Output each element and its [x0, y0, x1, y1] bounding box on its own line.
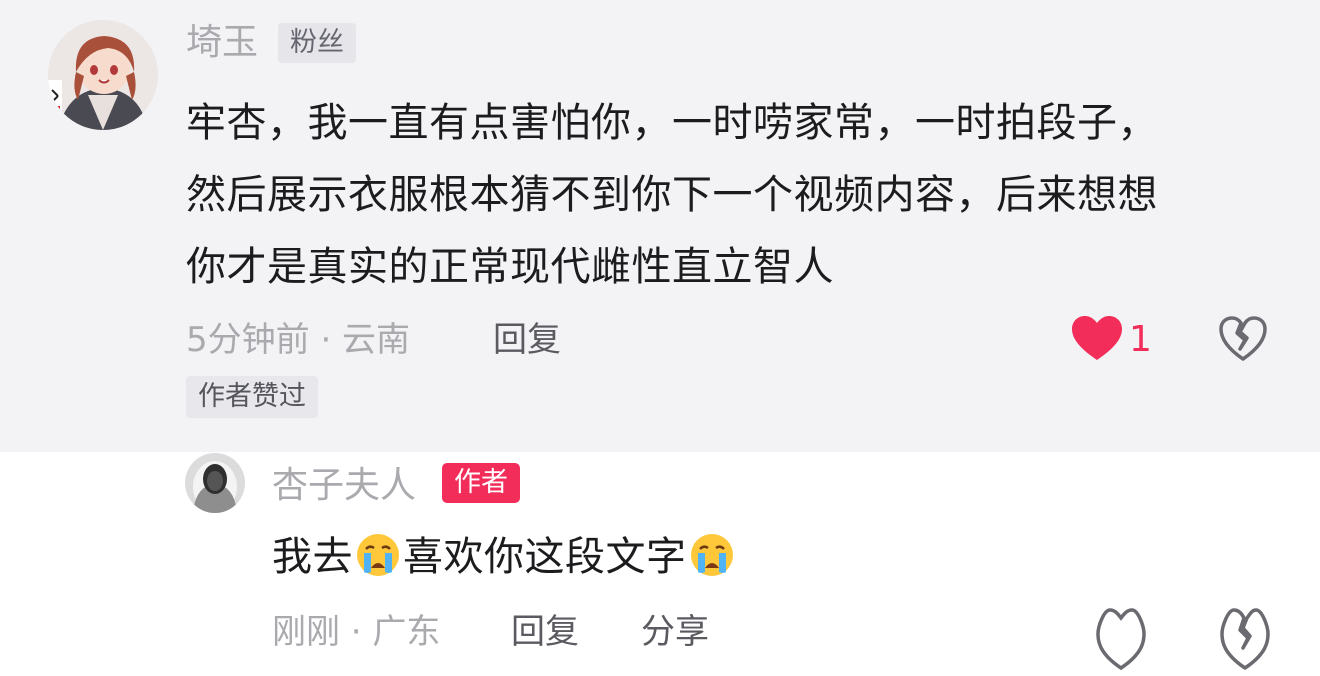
like-count: 1 — [1129, 319, 1152, 360]
commenter-avatar[interactable] — [48, 20, 158, 130]
share-button[interactable]: 分享 — [641, 612, 709, 652]
heart-icon[interactable] — [1096, 606, 1146, 676]
reply-avatar[interactable] — [185, 453, 245, 513]
reply-text-part-2: 喜欢你这段文字 — [403, 534, 687, 580]
reply-meta: 刚刚 · 广东 — [272, 612, 441, 652]
reply-reply-button[interactable]: 回复 — [511, 612, 579, 652]
author-liked-tag: 作者赞过 — [186, 376, 318, 418]
comment-text-line-3: 你才是真实的正常现代雌性直立智人 — [186, 244, 834, 290]
comment-meta: 5分钟前 · 云南 — [186, 320, 411, 360]
fan-badge: 粉丝 — [278, 23, 356, 63]
crying-face-emoji-icon — [357, 534, 399, 576]
reply-text-part-1: 我去 — [272, 534, 353, 580]
author-badge: 作者 — [442, 463, 520, 503]
reply-text: 我去 喜欢你这段文字 — [272, 520, 737, 594]
comment-text-line-1: 牢杏，我一直有点害怕你，一时唠家常，一时拍段子， — [186, 100, 1158, 146]
broken-heart-icon[interactable] — [1220, 606, 1270, 676]
crying-face-emoji-icon — [690, 534, 733, 576]
reply-button[interactable]: 回复 — [493, 320, 561, 360]
comment-text-line-2: 然后展示衣服根本猜不到你下一个视频内容，后来想想 — [186, 172, 1158, 218]
broken-heart-icon[interactable] — [1219, 316, 1267, 366]
reply-username[interactable]: 杏子夫人 — [272, 466, 416, 506]
heart-icon[interactable] — [1072, 316, 1122, 366]
commenter-username[interactable]: 埼玉 — [186, 23, 258, 63]
